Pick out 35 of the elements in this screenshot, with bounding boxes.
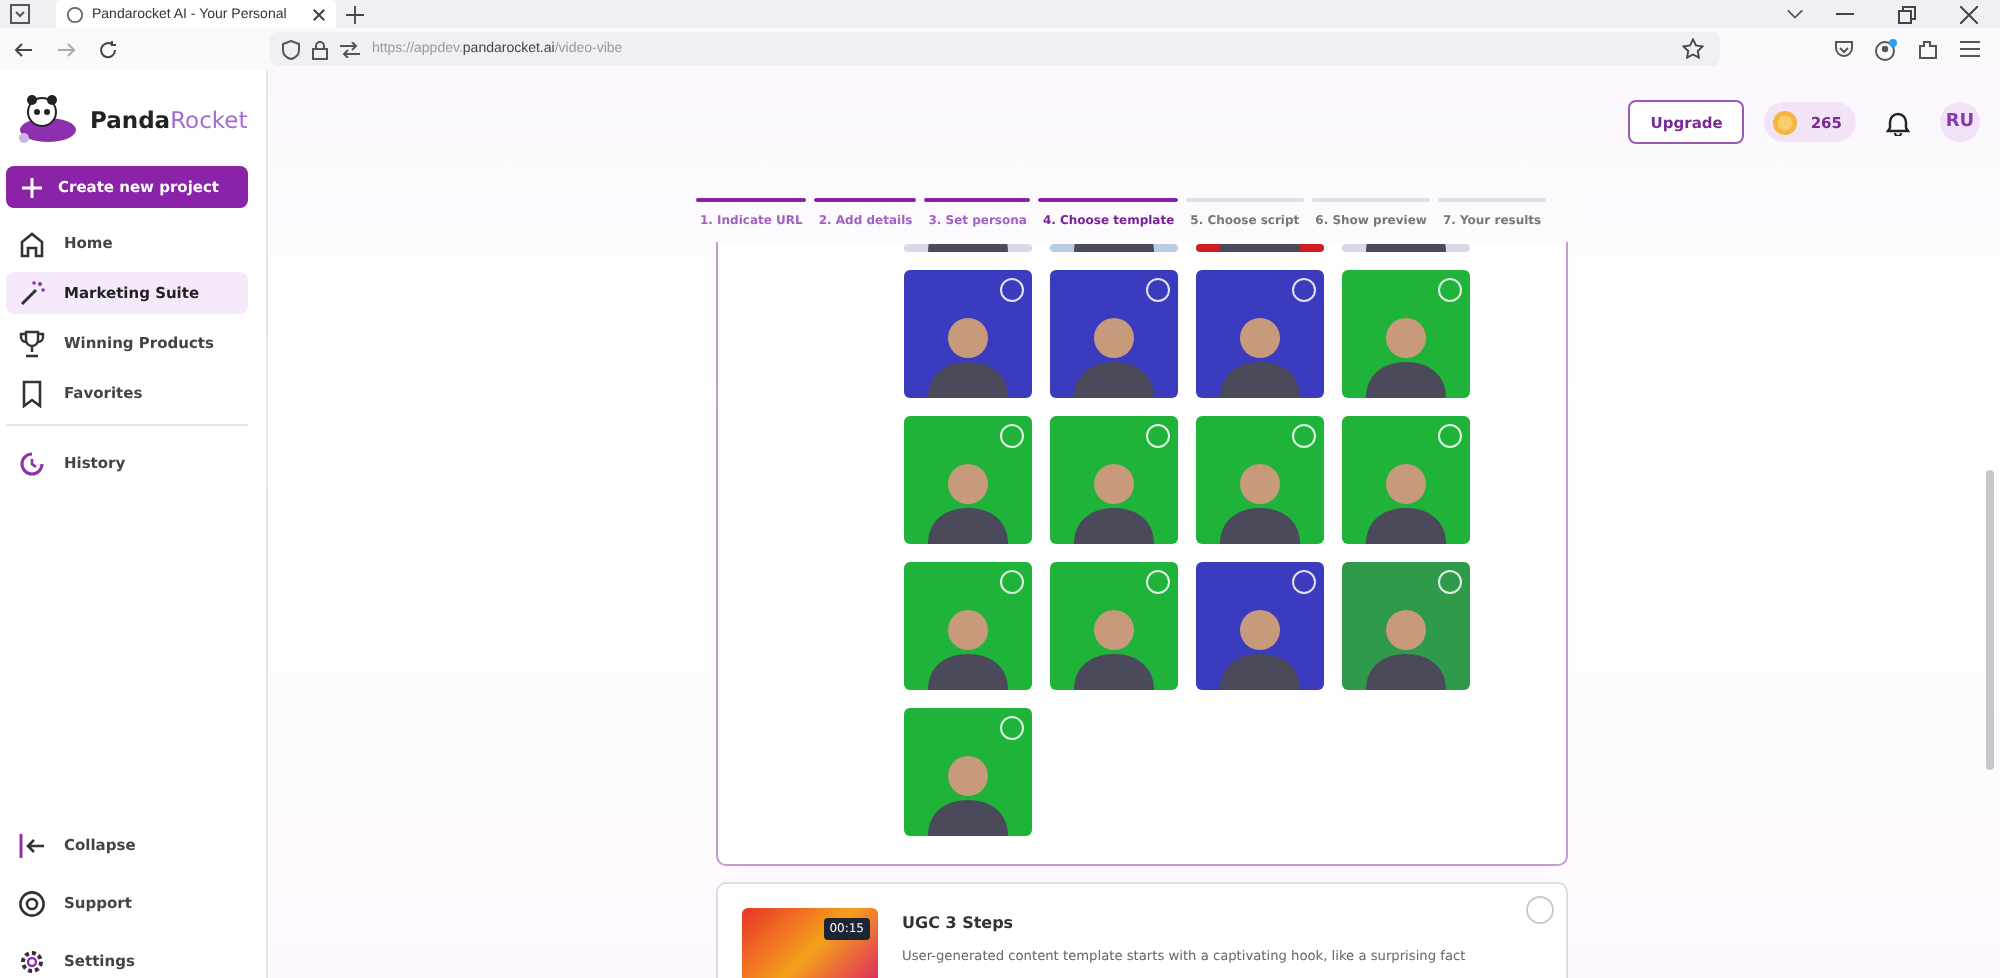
persona-photo-placeholder[interactable] [1342,562,1470,690]
trophy-icon [18,329,46,357]
home-icon [18,229,46,257]
persona-photo-placeholder[interactable] [904,708,1032,836]
panda-logo-icon [14,92,82,148]
globe-icon [66,5,84,23]
radio-button[interactable] [1526,896,1554,924]
persona-photo-placeholder[interactable] [904,562,1032,690]
coin-icon [1772,109,1799,135]
collapse-arrow-icon [18,831,46,859]
persona-photo-placeholder[interactable] [904,270,1032,398]
lifebuoy-icon [18,889,46,917]
persona-photo-placeholder[interactable] [1342,416,1470,544]
plus-icon [22,177,42,197]
bookmark-icon [18,379,46,407]
history-icon [18,449,46,477]
settings-icon [18,947,46,975]
persona-photo-placeholder[interactable] [904,416,1032,544]
user-avatar[interactable]: RU [1940,102,1980,142]
persona-photo-placeholder[interactable] [1342,270,1470,398]
scrollbar-thumb[interactable] [1986,470,1994,770]
template-title: UGC 3 Steps [902,914,1016,932]
brand-name: PandaRocket [90,106,248,134]
persona-photo-placeholder[interactable] [1196,562,1324,690]
persona-photo-placeholder[interactable] [1196,416,1324,544]
close-icon[interactable] [312,7,326,21]
persona-photo-placeholder[interactable] [1050,270,1178,398]
star-icon[interactable] [1682,38,1704,60]
permissions-icon [340,41,360,57]
shield-icon [282,39,300,59]
persona-photo-placeholder[interactable] [1050,562,1178,690]
persona-photo-placeholder[interactable] [1050,416,1178,544]
persona-photo-placeholder[interactable] [1196,270,1324,398]
lock-icon [312,39,328,59]
magic-wand-icon [18,279,46,307]
